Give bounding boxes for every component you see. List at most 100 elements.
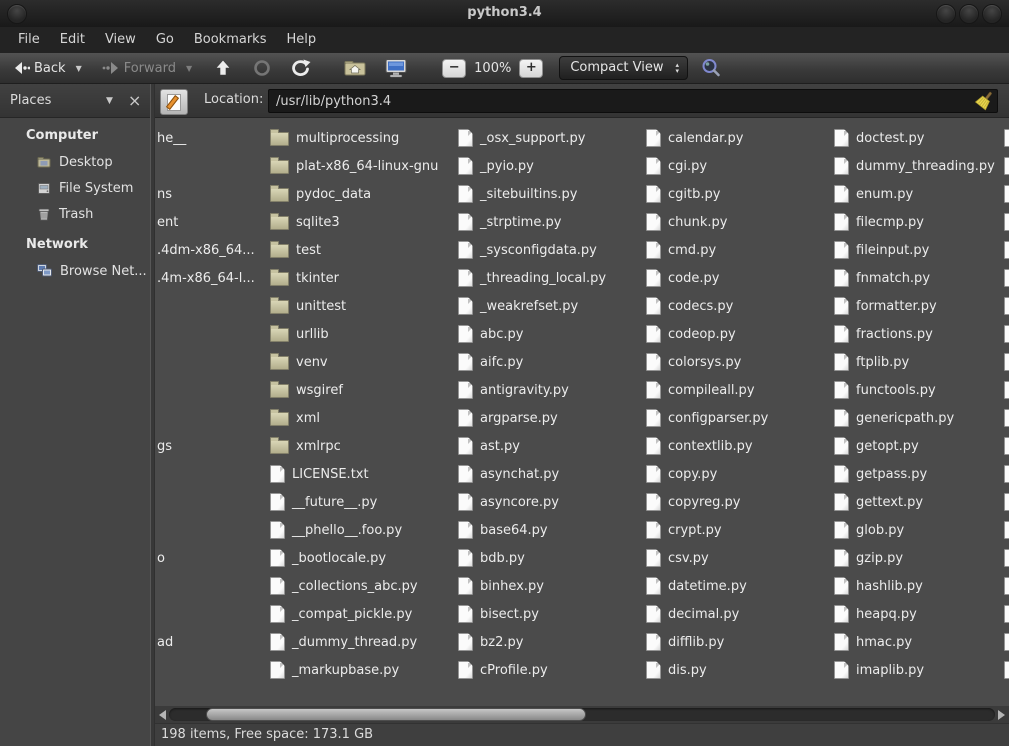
file-item[interactable]	[1004, 124, 1009, 152]
file-item[interactable]	[1004, 460, 1009, 488]
file-item[interactable]: decimal.py	[646, 600, 739, 628]
zoom-out-button[interactable]: −	[442, 59, 466, 78]
file-item[interactable]: gzip.py	[834, 544, 903, 572]
desktop-button[interactable]	[382, 56, 410, 81]
file-item[interactable]: test	[270, 236, 321, 264]
places-dropdown-caret[interactable]: ▼	[106, 96, 113, 106]
file-item[interactable]: copy.py	[646, 460, 717, 488]
close-button[interactable]	[982, 4, 1002, 24]
places-close-icon[interactable]: ×	[128, 94, 141, 108]
minimize-button[interactable]	[936, 4, 956, 24]
search-button[interactable]	[698, 55, 724, 81]
file-item[interactable]: binhex.py	[458, 572, 544, 600]
file-item-fragment[interactable]: gs	[157, 432, 172, 460]
file-item[interactable]: fractions.py	[834, 320, 933, 348]
clear-broom-icon[interactable]	[971, 90, 997, 117]
file-item[interactable]: getopt.py	[834, 432, 919, 460]
scrollbar-track[interactable]	[169, 708, 995, 721]
file-item[interactable]: base64.py	[458, 516, 548, 544]
file-item[interactable]: cgitb.py	[646, 180, 720, 208]
file-list-pane[interactable]: he__nsent.4dm-x86_64....4m-x86_64-l...gs…	[155, 118, 1009, 706]
file-item[interactable]: venv	[270, 348, 328, 376]
file-item[interactable]: tkinter	[270, 264, 339, 292]
file-item[interactable]	[1004, 488, 1009, 516]
file-item[interactable]	[1004, 600, 1009, 628]
file-item[interactable]: _osx_support.py	[458, 124, 585, 152]
file-item[interactable]: gettext.py	[834, 488, 923, 516]
sidebar-item-trash[interactable]: Trash	[0, 201, 150, 227]
scrollbar-thumb[interactable]	[206, 708, 586, 721]
file-item[interactable]: difflib.py	[646, 628, 724, 656]
file-item[interactable]	[1004, 432, 1009, 460]
file-item[interactable]: fileinput.py	[834, 236, 929, 264]
file-item[interactable]: glob.py	[834, 516, 904, 544]
file-item[interactable]	[1004, 236, 1009, 264]
view-mode-dropdown[interactable]: Compact View ▴▾	[559, 56, 688, 80]
file-item[interactable]: xml	[270, 404, 320, 432]
file-item[interactable]: ast.py	[458, 432, 520, 460]
file-item[interactable]: imaplib.py	[834, 656, 924, 684]
maximize-button[interactable]	[959, 4, 979, 24]
file-item[interactable]: _weakrefset.py	[458, 292, 578, 320]
file-item[interactable]: genericpath.py	[834, 404, 954, 432]
scroll-right-arrow-icon[interactable]	[998, 710, 1005, 720]
home-button[interactable]	[342, 57, 368, 79]
file-item[interactable]: aifc.py	[458, 348, 523, 376]
file-item[interactable]: chunk.py	[646, 208, 727, 236]
file-item[interactable]: _bootlocale.py	[270, 544, 386, 572]
file-item[interactable]	[1004, 264, 1009, 292]
file-item[interactable]: _threading_local.py	[458, 264, 606, 292]
file-item[interactable]: _compat_pickle.py	[270, 600, 412, 628]
file-item[interactable]: code.py	[646, 264, 719, 292]
file-item[interactable]: dis.py	[646, 656, 707, 684]
file-item-fragment[interactable]: ns	[157, 180, 172, 208]
file-item[interactable]: bz2.py	[458, 628, 523, 656]
file-item[interactable]: asynchat.py	[458, 460, 559, 488]
file-item[interactable]: antigravity.py	[458, 376, 569, 404]
file-item[interactable]	[1004, 292, 1009, 320]
file-item-fragment[interactable]: .4dm-x86_64...	[157, 236, 255, 264]
file-item[interactable]: crypt.py	[646, 516, 722, 544]
horizontal-scrollbar[interactable]	[155, 706, 1009, 723]
file-item[interactable]	[1004, 572, 1009, 600]
file-item[interactable]: compileall.py	[646, 376, 755, 404]
file-item[interactable]: _dummy_thread.py	[270, 628, 417, 656]
menu-edit[interactable]: Edit	[50, 27, 95, 53]
menu-bookmarks[interactable]: Bookmarks	[184, 27, 277, 53]
file-item[interactable]: colorsys.py	[646, 348, 741, 376]
up-button[interactable]	[210, 57, 236, 79]
file-item[interactable]: _strptime.py	[458, 208, 561, 236]
file-item[interactable]: cmd.py	[646, 236, 716, 264]
file-item[interactable]: formatter.py	[834, 292, 937, 320]
file-item[interactable]: csv.py	[646, 544, 709, 572]
file-item[interactable]: xmlrpc	[270, 432, 341, 460]
file-item[interactable]: cgi.py	[646, 152, 707, 180]
file-item[interactable]: filecmp.py	[834, 208, 924, 236]
sidebar-item-browse-network[interactable]: Browse Net...	[0, 258, 150, 284]
location-input[interactable]	[268, 89, 998, 113]
file-item[interactable]	[1004, 320, 1009, 348]
sidebar-item-file-system[interactable]: File System	[0, 175, 150, 201]
file-item[interactable]: contextlib.py	[646, 432, 753, 460]
menu-help[interactable]: Help	[276, 27, 326, 53]
stop-button[interactable]	[250, 57, 274, 79]
file-item[interactable]: _collections_abc.py	[270, 572, 418, 600]
file-item[interactable]: asyncore.py	[458, 488, 559, 516]
file-item[interactable]: cProfile.py	[458, 656, 548, 684]
file-item[interactable]: bisect.py	[458, 600, 539, 628]
file-item[interactable]	[1004, 376, 1009, 404]
file-item[interactable]: unittest	[270, 292, 346, 320]
file-item[interactable]: _sitebuiltins.py	[458, 180, 578, 208]
file-item[interactable]: __phello__.foo.py	[270, 516, 402, 544]
file-item[interactable]: codeop.py	[646, 320, 736, 348]
file-item[interactable]: _markupbase.py	[270, 656, 399, 684]
file-item[interactable]: __future__.py	[270, 488, 377, 516]
file-item[interactable]: _sysconfigdata.py	[458, 236, 597, 264]
back-button[interactable]: Back	[10, 58, 72, 78]
file-item[interactable]: plat-x86_64-linux-gnu	[270, 152, 438, 180]
file-item-fragment[interactable]: he__	[157, 124, 186, 152]
file-item[interactable]: functools.py	[834, 376, 936, 404]
file-item[interactable]: configparser.py	[646, 404, 768, 432]
file-item[interactable]: _pyio.py	[458, 152, 534, 180]
file-item[interactable]	[1004, 180, 1009, 208]
